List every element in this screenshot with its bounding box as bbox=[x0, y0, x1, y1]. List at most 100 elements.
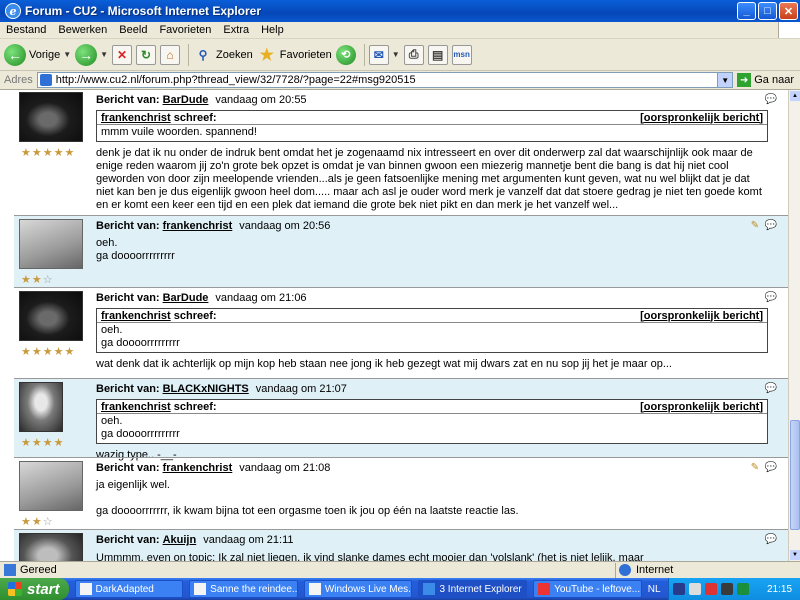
taskbar-item-live-messenger[interactable]: Windows Live Mes... bbox=[303, 580, 413, 598]
chevron-down-icon[interactable]: ▼ bbox=[100, 50, 108, 59]
chevron-down-icon[interactable]: ▼ bbox=[63, 50, 71, 59]
history-button[interactable]: ⟲ bbox=[335, 42, 356, 68]
post-author-link[interactable]: BarDude bbox=[163, 94, 209, 106]
post-avatar-column: ★★★★★ bbox=[17, 291, 85, 358]
taskbar-item-internet-explorer[interactable]: 3 Internet Explorer bbox=[418, 580, 528, 598]
toolbar-divider bbox=[188, 43, 190, 66]
post-body: Bericht van: BarDude vandaag om 21:06 💬 … bbox=[96, 291, 778, 371]
title-bar: e Forum - CU2 - Microsoft Internet Explo… bbox=[0, 0, 800, 22]
menu-bestand[interactable]: Bestand bbox=[0, 24, 52, 36]
post-time: vandaag om 21:11 bbox=[203, 534, 294, 546]
chevron-down-icon[interactable]: ▼ bbox=[717, 73, 733, 87]
quote-box: frankenchrist schreef: [oorspronkelijk b… bbox=[96, 399, 768, 444]
go-arrow-icon: ➜ bbox=[737, 73, 752, 87]
tray-icon[interactable] bbox=[720, 583, 733, 595]
scroll-down-icon[interactable]: ▼ bbox=[790, 550, 800, 560]
mail-button[interactable]: ✉ ▼ bbox=[368, 42, 400, 68]
address-input[interactable]: http://www.cu2.nl/forum.php?thread_view/… bbox=[36, 72, 734, 88]
close-button[interactable]: ✕ bbox=[779, 2, 798, 20]
go-button[interactable]: ➜ Ga naar bbox=[737, 73, 794, 87]
quote-header: frankenchrist schreef: [oorspronkelijk b… bbox=[97, 111, 767, 125]
taskbar-item-darkadapted[interactable]: DarkAdapted bbox=[74, 580, 184, 598]
quote-header: frankenchrist schreef: [oorspronkelijk b… bbox=[97, 309, 767, 323]
chevron-down-icon[interactable]: ▼ bbox=[392, 50, 400, 59]
original-post-link[interactable]: [oorspronkelijk bericht] bbox=[640, 401, 763, 413]
quote-icon[interactable]: 💬 bbox=[764, 93, 778, 105]
internet-explorer-icon: e bbox=[5, 3, 21, 19]
menu-bar: Bestand Bewerken Beeld Favorieten Extra … bbox=[0, 22, 800, 39]
minimize-button[interactable]: _ bbox=[737, 2, 756, 20]
rating-stars: ★★★★ bbox=[21, 437, 65, 449]
menu-favorieten[interactable]: Favorieten bbox=[153, 24, 217, 36]
taskbar-item-youtube[interactable]: YouTube - leftove... bbox=[533, 580, 642, 598]
windows-flag-icon bbox=[8, 582, 22, 596]
search-label: Zoeken bbox=[216, 48, 253, 61]
menu-beeld[interactable]: Beeld bbox=[113, 24, 153, 36]
menu-bewerken[interactable]: Bewerken bbox=[52, 24, 113, 36]
stop-button[interactable]: ✕ bbox=[112, 42, 133, 68]
original-post-link[interactable]: [oorspronkelijk bericht] bbox=[640, 112, 763, 124]
quote-said: schreef: bbox=[173, 400, 217, 413]
refresh-button[interactable]: ↻ bbox=[136, 42, 157, 68]
tray-icon[interactable] bbox=[704, 583, 717, 595]
menu-extra[interactable]: Extra bbox=[217, 24, 255, 36]
post-icons: ✎ 💬 bbox=[746, 461, 778, 473]
toolbar-divider bbox=[363, 43, 365, 66]
post-time: vandaag om 21:06 bbox=[215, 292, 307, 304]
security-zone: Internet bbox=[615, 562, 800, 578]
zone-text: Internet bbox=[636, 564, 674, 576]
post-author-link[interactable]: BLACKxNIGHTS bbox=[163, 383, 249, 395]
post-message: Ummmm, even on topic: Ik zal niet liegen… bbox=[96, 552, 644, 561]
avatar[interactable] bbox=[19, 461, 83, 511]
quote-icon[interactable]: 💬 bbox=[764, 382, 778, 394]
start-button[interactable]: start bbox=[0, 578, 69, 600]
tray-icon[interactable] bbox=[672, 583, 685, 595]
taskbar-item-sanne[interactable]: Sanne the reindee... bbox=[189, 580, 298, 598]
post-author-link[interactable]: Akuijn bbox=[163, 534, 197, 546]
avatar[interactable] bbox=[19, 219, 83, 269]
tray-icon[interactable] bbox=[688, 583, 701, 595]
quote-author-link[interactable]: frankenchrist bbox=[101, 112, 171, 124]
avatar[interactable] bbox=[19, 92, 83, 142]
maximize-button[interactable]: □ bbox=[758, 2, 777, 20]
home-button[interactable]: ⌂ bbox=[160, 42, 181, 68]
messenger-button[interactable]: msn bbox=[451, 42, 472, 68]
menu-help[interactable]: Help bbox=[255, 24, 290, 36]
quote-author-link[interactable]: frankenchrist bbox=[101, 310, 171, 322]
app-icon bbox=[194, 583, 207, 595]
quote-icon[interactable]: 💬 bbox=[764, 219, 778, 231]
post-message: denk je dat ik nu onder de indruk bent o… bbox=[96, 147, 762, 211]
original-post-link[interactable]: [oorspronkelijk bericht] bbox=[640, 310, 763, 322]
clock[interactable]: 21:15 bbox=[767, 584, 792, 595]
scroll-up-icon[interactable]: ▲ bbox=[790, 91, 800, 101]
quote-icon[interactable]: 💬 bbox=[764, 291, 778, 303]
edit-icon[interactable]: ✎ bbox=[748, 219, 762, 231]
edit-icon[interactable]: ✎ bbox=[748, 461, 762, 473]
quote-icon[interactable]: 💬 bbox=[764, 533, 778, 545]
avatar[interactable] bbox=[19, 533, 83, 561]
post-header: Bericht van: BarDude vandaag om 20:55 bbox=[96, 93, 778, 107]
avatar[interactable] bbox=[19, 382, 63, 432]
post-time: vandaag om 20:55 bbox=[215, 94, 307, 106]
post-avatar-column: ★★★★★ bbox=[17, 92, 85, 159]
post-author-link[interactable]: frankenchrist bbox=[163, 220, 233, 232]
print-button[interactable]: ⎙ bbox=[403, 42, 424, 68]
stop-icon: ✕ bbox=[112, 44, 133, 65]
post-message: wat denk dat ik achterlijk op mijn kop h… bbox=[96, 358, 672, 370]
quote-author-link[interactable]: frankenchrist bbox=[101, 401, 171, 413]
edit-button[interactable]: ▤ bbox=[427, 42, 448, 68]
vertical-scrollbar[interactable]: ▲ ▼ bbox=[788, 90, 800, 561]
quote-icon[interactable]: 💬 bbox=[764, 461, 778, 473]
scroll-thumb[interactable] bbox=[790, 420, 800, 530]
back-button[interactable]: ← Vorige ▼ bbox=[4, 42, 71, 68]
back-arrow-icon: ← bbox=[4, 43, 26, 66]
post-author-link[interactable]: frankenchrist bbox=[163, 462, 233, 474]
post-author-link[interactable]: BarDude bbox=[163, 292, 209, 304]
search-button[interactable]: ⚲ Zoeken bbox=[193, 42, 253, 68]
tray-icon[interactable] bbox=[736, 583, 749, 595]
favorites-button[interactable]: ★ Favorieten bbox=[257, 42, 332, 68]
avatar[interactable] bbox=[19, 291, 83, 341]
address-url[interactable]: http://www.cu2.nl/forum.php?thread_view/… bbox=[56, 74, 416, 86]
forward-button[interactable]: → ▼ bbox=[75, 42, 108, 68]
language-indicator[interactable]: NL bbox=[648, 584, 668, 595]
